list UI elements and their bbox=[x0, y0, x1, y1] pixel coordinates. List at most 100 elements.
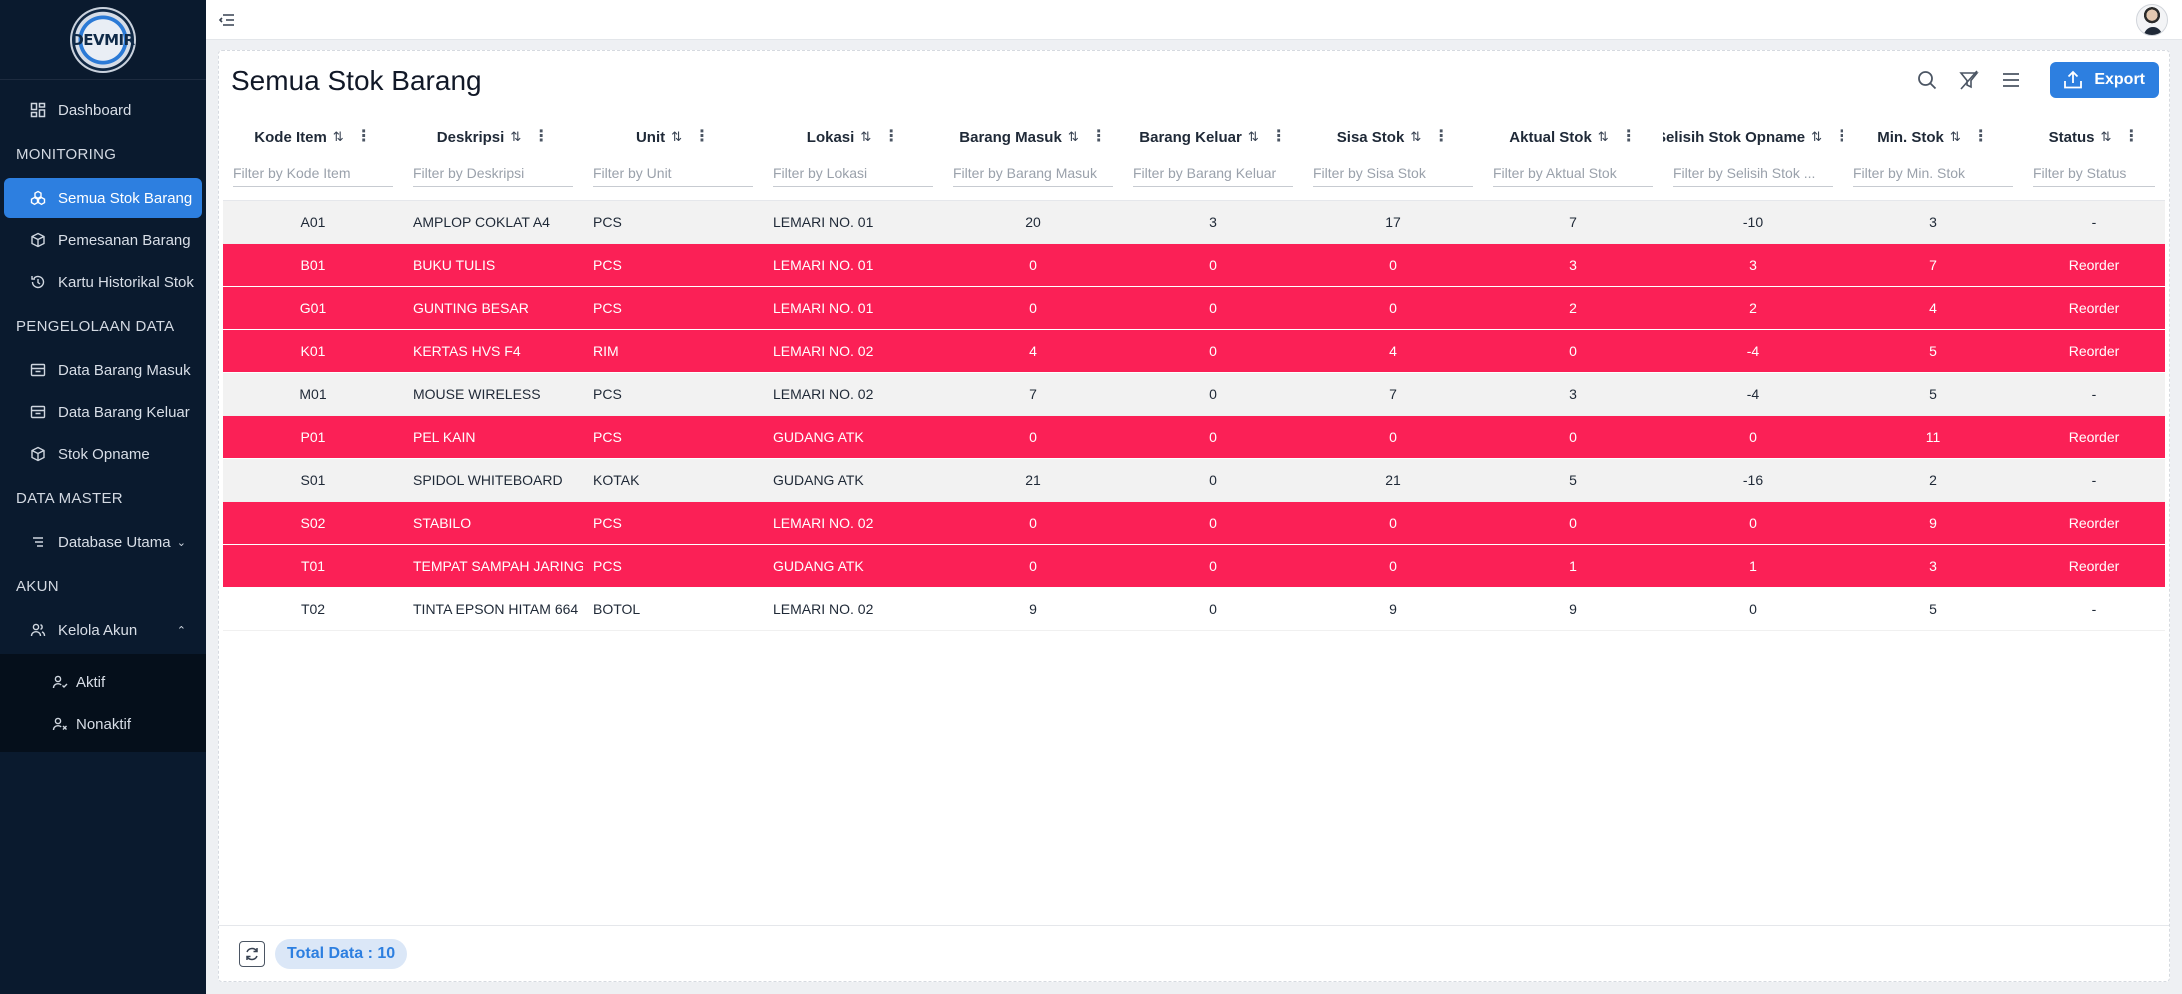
refresh-button[interactable] bbox=[239, 940, 265, 967]
column-header-label: Unit bbox=[635, 128, 666, 146]
cell-status: Reorder bbox=[2068, 515, 2120, 531]
sidebar-item-label: Nonaktif bbox=[76, 715, 132, 733]
table-row[interactable]: T01 TEMPAT SAMPAH JARING PCS GUDANG ATK 0 0 0 1… bbox=[223, 545, 2165, 588]
filter-input-unit[interactable] bbox=[593, 159, 753, 187]
sidebar-item-semua-stok-barang[interactable]: Semua Stok Barang bbox=[4, 178, 202, 218]
clear-filter-button[interactable] bbox=[1956, 67, 1982, 93]
sidebar-item-kartu-historikal-stok[interactable]: Kartu Historikal Stok bbox=[4, 262, 202, 302]
column-header-masuk[interactable]: Barang Masuk ⇅ ⋮ bbox=[943, 121, 1123, 153]
filter-input-status[interactable] bbox=[2033, 159, 2155, 187]
column-menu-icon[interactable]: ⋮ bbox=[2123, 129, 2139, 145]
cell-aktual: 7 bbox=[1569, 214, 1577, 230]
search-button[interactable] bbox=[1914, 67, 1940, 93]
filter-input-deskripsi[interactable] bbox=[413, 159, 573, 187]
column-menu-icon[interactable]: ⋮ bbox=[1091, 129, 1107, 145]
sort-icon[interactable]: ⇅ bbox=[1248, 129, 1259, 145]
column-header-unit[interactable]: Unit ⇅ ⋮ bbox=[583, 121, 763, 153]
column-header-status[interactable]: Status ⇅ ⋮ bbox=[2023, 121, 2165, 153]
cell-keluar: 0 bbox=[1209, 515, 1217, 531]
column-menu-icon[interactable]: ⋮ bbox=[1834, 129, 1843, 145]
filter-input-sisa[interactable] bbox=[1313, 159, 1473, 187]
column-menu-icon[interactable]: ⋮ bbox=[1621, 129, 1637, 145]
cell-masuk: 4 bbox=[1029, 343, 1037, 359]
dashboard-icon bbox=[30, 102, 46, 118]
sort-icon[interactable]: ⇅ bbox=[671, 129, 682, 145]
column-menu-icon[interactable]: ⋮ bbox=[1271, 129, 1287, 145]
cell-status: - bbox=[2091, 214, 2097, 230]
sidebar-item-nonaktif[interactable]: Nonaktif bbox=[0, 704, 206, 744]
filter-input-min[interactable] bbox=[1853, 159, 2013, 187]
cell-min: 4 bbox=[1929, 300, 1937, 316]
filter-input-lokasi[interactable] bbox=[773, 159, 933, 187]
sort-icon[interactable]: ⇅ bbox=[1410, 129, 1421, 145]
sort-icon[interactable]: ⇅ bbox=[333, 129, 344, 145]
column-menu-button[interactable] bbox=[1998, 67, 2024, 93]
filter-cell bbox=[1303, 153, 1483, 193]
column-header-aktual[interactable]: Aktual Stok ⇅ ⋮ bbox=[1483, 121, 1663, 153]
filter-input-selisih[interactable] bbox=[1673, 159, 1833, 187]
table-row[interactable]: G01 GUNTING BESAR PCS LEMARI NO. 01 0 0 0 2 2 4 Re… bbox=[223, 287, 2165, 330]
table-row[interactable]: K01 KERTAS HVS F4 RIM LEMARI NO. 02 4 0 4 0 -4 5 R… bbox=[223, 330, 2165, 373]
table-row[interactable]: S02 STABILO PCS LEMARI NO. 02 0 0 0 0 0 9 Reorder bbox=[223, 502, 2165, 545]
column-header-deskripsi[interactable]: Deskripsi ⇅ ⋮ bbox=[403, 121, 583, 153]
cell-deskripsi: TEMPAT SAMPAH JARING bbox=[413, 558, 583, 574]
sidebar-item-database-utama[interactable]: Database Utama ⌄ bbox=[4, 522, 202, 562]
sidebar-item-aktif[interactable]: Aktif bbox=[0, 662, 206, 702]
cell-unit: PCS bbox=[593, 558, 622, 574]
column-header-keluar[interactable]: Barang Keluar ⇅ ⋮ bbox=[1123, 121, 1303, 153]
export-button[interactable]: Export bbox=[2050, 62, 2159, 98]
sidebar-item-label: Semua Stok Barang bbox=[58, 189, 193, 207]
column-header-min[interactable]: Min. Stok ⇅ ⋮ bbox=[1843, 121, 2023, 153]
filter-input-masuk[interactable] bbox=[953, 159, 1113, 187]
table-row[interactable]: A01 AMPLOP COKLAT A4 PCS LEMARI NO. 01 20 3 17… bbox=[223, 201, 2165, 244]
cell-masuk: 0 bbox=[1029, 300, 1037, 316]
sidebar-item-pemesanan-barang[interactable]: Pemesanan Barang bbox=[4, 220, 202, 260]
table-row[interactable]: S01 SPIDOL WHITEBOARD KOTAK GUDANG ATK 21 0 21… bbox=[223, 459, 2165, 502]
sidebar-item-stok-opname[interactable]: Stok Opname bbox=[4, 434, 202, 474]
sidebar-item-kelola-akun[interactable]: Kelola Akun ⌃ bbox=[4, 610, 202, 650]
table-row[interactable]: P01 PEL KAIN PCS GUDANG ATK 0 0 0 0 0 11 Reorder bbox=[223, 416, 2165, 459]
cell-deskripsi: KERTAS HVS F4 bbox=[413, 343, 521, 359]
sidebar-item-dashboard[interactable]: Dashboard bbox=[4, 90, 202, 130]
filter-input-aktual[interactable] bbox=[1493, 159, 1653, 187]
column-header-lokasi[interactable]: Lokasi ⇅ ⋮ bbox=[763, 121, 943, 153]
menu-toggle-icon[interactable] bbox=[218, 11, 236, 29]
cell-status: Reorder bbox=[2068, 343, 2120, 359]
filter-input-kode[interactable] bbox=[233, 159, 393, 187]
table-row[interactable]: M01 MOUSE WIRELESS PCS LEMARI NO. 02 7 0 7 3 -4 5… bbox=[223, 373, 2165, 416]
sidebar-item-data-barang-keluar[interactable]: Data Barang Keluar bbox=[4, 392, 202, 432]
column-header-sisa[interactable]: Sisa Stok ⇅ ⋮ bbox=[1303, 121, 1483, 153]
filter-input-keluar[interactable] bbox=[1133, 159, 1293, 187]
sort-icon[interactable]: ⇅ bbox=[860, 129, 871, 145]
column-menu-icon[interactable]: ⋮ bbox=[883, 129, 899, 145]
cell-aktual: 2 bbox=[1569, 300, 1577, 316]
column-header-kode[interactable]: Kode Item ⇅ ⋮ bbox=[223, 121, 403, 153]
column-header-selisih[interactable]: Selisih Stok Opname ⇅ ⋮ bbox=[1663, 121, 1843, 153]
column-menu-icon[interactable]: ⋮ bbox=[1973, 129, 1989, 145]
cell-kode: K01 bbox=[300, 343, 326, 359]
table-row[interactable]: T02 TINTA EPSON HITAM 664 BOTOL LEMARI NO. … bbox=[223, 588, 2165, 631]
inbox-icon bbox=[30, 363, 46, 377]
app-logo[interactable]: DEVMIR bbox=[70, 6, 136, 73]
cell-unit: PCS bbox=[593, 214, 622, 230]
sort-icon[interactable]: ⇅ bbox=[1950, 129, 1961, 145]
column-menu-icon[interactable]: ⋮ bbox=[1433, 129, 1449, 145]
sort-icon[interactable]: ⇅ bbox=[510, 129, 521, 145]
sort-icon[interactable]: ⇅ bbox=[2100, 129, 2111, 145]
export-label: Export bbox=[2094, 71, 2145, 88]
column-menu-icon[interactable]: ⋮ bbox=[694, 129, 710, 145]
cell-aktual: 5 bbox=[1569, 472, 1577, 488]
cell-selisih: 0 bbox=[1749, 515, 1757, 531]
column-menu-icon[interactable]: ⋮ bbox=[533, 129, 549, 145]
sidebar-item-data-barang-masuk[interactable]: Data Barang Masuk bbox=[4, 350, 202, 390]
cell-aktual: 9 bbox=[1569, 601, 1577, 617]
sort-icon[interactable]: ⇅ bbox=[1598, 129, 1609, 145]
cell-selisih: 0 bbox=[1749, 601, 1757, 617]
cell-lokasi: GUDANG ATK bbox=[773, 558, 864, 574]
sort-icon[interactable]: ⇅ bbox=[1068, 129, 1079, 145]
avatar[interactable] bbox=[2136, 4, 2168, 36]
cell-unit: PCS bbox=[593, 429, 622, 445]
sort-icon[interactable]: ⇅ bbox=[1811, 129, 1822, 145]
column-menu-icon[interactable]: ⋮ bbox=[356, 129, 372, 145]
table-row[interactable]: B01 BUKU TULIS PCS LEMARI NO. 01 0 0 0 3 3 7 Reord… bbox=[223, 244, 2165, 287]
